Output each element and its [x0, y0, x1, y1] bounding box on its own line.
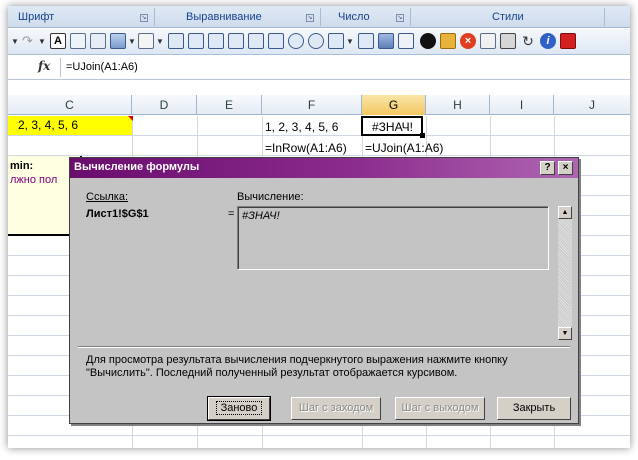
restart-button[interactable]: Заново: [207, 396, 271, 421]
ribbon-group-headers: Шрифт ↘ Выравнивание ↘ Число ↘ Стили: [8, 6, 630, 28]
evaluation-scrollbar[interactable]: ▲ ▼: [558, 206, 572, 340]
dialog-info-text: Для просмотра результата вычисления подч…: [86, 354, 508, 379]
dropdown-arrow-icon[interactable]: ▼: [128, 37, 136, 46]
reference-label: Ссылка:: [86, 191, 128, 203]
formula-bar: fx =UJoin(A1:A6): [8, 56, 630, 80]
step-out-button[interactable]: Шаг с выходом: [395, 397, 485, 420]
column-headers: C D E F G H I J: [8, 95, 630, 115]
table-icon[interactable]: [110, 33, 126, 49]
number-launcher-icon[interactable]: ↘: [396, 14, 404, 22]
fill-handle[interactable]: [420, 133, 425, 138]
text-box-icon[interactable]: A: [50, 33, 66, 49]
cell-c1[interactable]: 2, 3, 4, 5, 6: [8, 116, 132, 135]
form-icon[interactable]: [168, 33, 184, 49]
redo-icon[interactable]: ↷: [22, 33, 38, 49]
data-table-icon[interactable]: [378, 33, 394, 49]
dropdown-arrow-icon[interactable]: ▼: [11, 37, 19, 46]
column-header-h[interactable]: H: [426, 95, 490, 115]
grid-icon[interactable]: [188, 33, 204, 49]
close-icon[interactable]: ×: [558, 161, 573, 175]
quick-toolbar: ▼ ↷ ▼ A ▼ ▼ ▼ × ↻ i: [8, 29, 630, 55]
restart-button-label: Заново: [215, 401, 263, 415]
column-header-e[interactable]: E: [197, 95, 262, 115]
column-header-d[interactable]: D: [132, 95, 197, 115]
fx-icon[interactable]: fx: [38, 59, 50, 73]
formula-input[interactable]: =UJoin(A1:A6): [66, 61, 138, 73]
zoom-icon[interactable]: [308, 33, 324, 49]
ribbon-group-font: Шрифт: [18, 11, 55, 23]
cell-c1-value: 2, 3, 4, 5, 6: [18, 118, 79, 132]
red-square-icon[interactable]: [560, 33, 576, 49]
comment-text: лжно пол: [10, 174, 58, 186]
column-header-f[interactable]: F: [262, 95, 362, 115]
evaluation-label: Вычисление:: [237, 191, 304, 203]
document-icon[interactable]: [70, 33, 86, 49]
scroll-down-icon[interactable]: ▼: [558, 327, 572, 340]
close-circle-icon[interactable]: ×: [460, 33, 476, 49]
comment-author: min:: [10, 160, 34, 172]
eight-ball-icon[interactable]: [420, 33, 436, 49]
column-header-c[interactable]: C: [8, 95, 132, 115]
camera-icon[interactable]: [248, 33, 264, 49]
column-header-i[interactable]: I: [490, 95, 554, 115]
excel-window: Шрифт ↘ Выравнивание ↘ Число ↘ Стили ▼ ↷…: [8, 6, 630, 448]
scroll-up-icon[interactable]: ▲: [558, 206, 572, 219]
comment-indicator-icon: [128, 116, 133, 121]
evaluation-value: #ЗНАЧ!: [242, 210, 280, 222]
windows-icon[interactable]: [480, 33, 496, 49]
dropdown-arrow-icon[interactable]: ▼: [346, 37, 354, 46]
print-icon[interactable]: [500, 33, 516, 49]
column-header-g[interactable]: G: [362, 95, 426, 115]
copy-icon[interactable]: [90, 33, 106, 49]
evaluate-formula-dialog: Вычисление формулы ? × Ссылка: Лист1!$G$…: [69, 157, 579, 424]
cell-f1[interactable]: 1, 2, 3, 4, 5, 6: [265, 120, 338, 134]
refresh-icon[interactable]: ↻: [520, 33, 536, 49]
reference-value: Лист1!$G$1: [86, 208, 149, 220]
preview-icon[interactable]: [328, 33, 344, 49]
dialog-title-bar[interactable]: Вычисление формулы ? ×: [70, 158, 578, 178]
ribbon-group-styles: Стили: [492, 11, 524, 23]
dropdown-arrow-icon[interactable]: ▼: [156, 37, 164, 46]
font-launcher-icon[interactable]: ↘: [140, 14, 148, 22]
list-icon[interactable]: [208, 33, 224, 49]
pencil-icon[interactable]: [440, 33, 456, 49]
cell-g1: #ЗНАЧ!: [372, 120, 413, 134]
alignment-launcher-icon[interactable]: ↘: [306, 14, 314, 22]
equals-sign: =: [228, 208, 235, 220]
page-icon[interactable]: [138, 33, 154, 49]
ribbon-group-alignment: Выравнивание: [186, 11, 262, 23]
globe-icon[interactable]: [288, 33, 304, 49]
cell-f2[interactable]: =InRow(A1:A6): [265, 141, 347, 155]
help-button[interactable]: ?: [540, 161, 555, 175]
sheet-icon[interactable]: [228, 33, 244, 49]
close-button[interactable]: Закрыть: [497, 397, 571, 420]
evaluation-box[interactable]: #ЗНАЧ!: [237, 206, 549, 270]
ribbon-group-number: Число: [338, 11, 370, 23]
chart-icon[interactable]: [268, 33, 284, 49]
column-header-j[interactable]: J: [554, 95, 630, 115]
copy-format-icon[interactable]: [358, 33, 374, 49]
dropdown-arrow-icon[interactable]: ▼: [38, 37, 46, 46]
info-icon[interactable]: i: [540, 33, 556, 49]
cell-g2[interactable]: =UJoin(A1:A6): [365, 141, 443, 155]
dialog-title: Вычисление формулы: [74, 161, 200, 173]
brackets-icon[interactable]: [398, 33, 414, 49]
step-in-button[interactable]: Шаг с заходом: [291, 397, 381, 420]
